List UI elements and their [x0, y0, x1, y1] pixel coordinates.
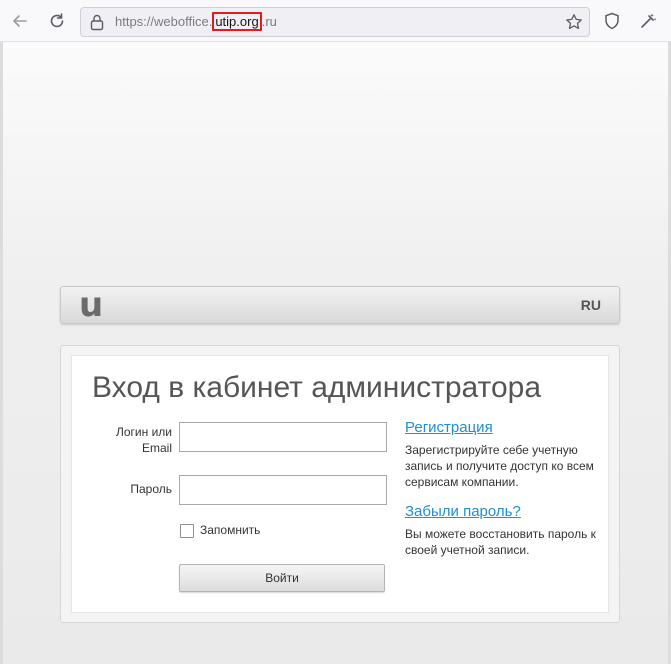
site-logo[interactable]: u [79, 287, 103, 323]
bookmark-star-icon[interactable] [565, 13, 583, 31]
login-label: Логин или Email [116, 425, 172, 455]
register-description: Зарегистрируйте себе учетную запись и по… [405, 443, 594, 489]
forgot-password-link[interactable]: Забыли пароль? [405, 503, 521, 520]
register-link[interactable]: Регистрация [405, 419, 493, 436]
browser-toolbar: https://weboffice. utip.org .ru [0, 0, 671, 42]
login-button[interactable]: Войти [179, 564, 385, 592]
address-bar[interactable]: https://weboffice. utip.org .ru [80, 7, 590, 37]
url-prefix: https://weboffice. [115, 14, 213, 29]
login-email-input[interactable] [179, 422, 387, 452]
language-selector[interactable]: RU [581, 297, 601, 313]
url-suffix: .ru [261, 14, 277, 29]
shield-icon[interactable] [602, 11, 622, 31]
lock-icon [89, 13, 105, 31]
remember-checkbox[interactable] [180, 524, 194, 538]
forgot-password-description: Вы можете восстановить пароль к своей уч… [405, 527, 596, 557]
login-panel: Вход в кабинет администратора Логин или … [60, 345, 620, 623]
reload-icon[interactable] [47, 11, 67, 31]
url-text: https://weboffice. utip.org .ru [115, 12, 277, 31]
url-host-highlight: utip.org [212, 12, 262, 31]
password-label: Пароль [130, 482, 172, 496]
extensions-brush-icon[interactable] [638, 11, 658, 31]
login-panel-inner: Вход в кабинет администратора Логин или … [71, 355, 609, 613]
password-input[interactable] [179, 475, 387, 505]
page-title: Вход в кабинет администратора [92, 371, 542, 404]
site-header: u RU [60, 286, 620, 324]
remember-label: Запомнить [200, 523, 261, 537]
back-arrow-icon[interactable] [10, 11, 30, 31]
